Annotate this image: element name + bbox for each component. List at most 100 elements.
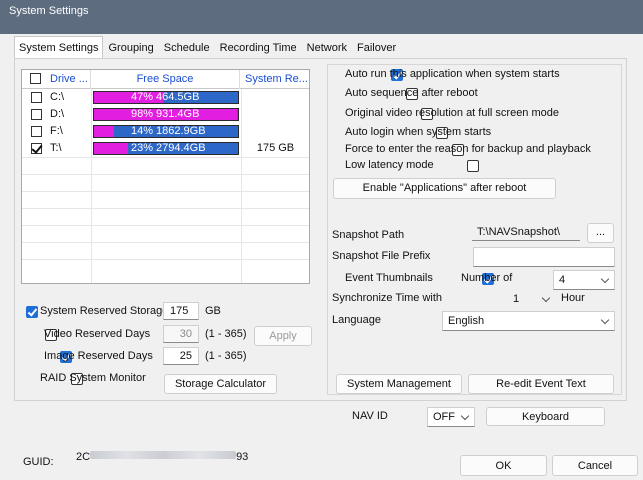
snapshot-path-browse-button[interactable]: ... (587, 223, 614, 243)
snapshot-prefix-input[interactable] (473, 247, 615, 267)
apply-button[interactable]: Apply (254, 326, 312, 346)
system-reserved-storage-input[interactable]: 175 (163, 302, 199, 320)
drive-size-label: 931.4GB (156, 108, 200, 120)
drive-name: D:\ (50, 108, 65, 120)
video-reserved-days-label: Video Reserved Days (44, 328, 151, 340)
drive-name: T:\ (50, 142, 62, 154)
image-reserved-days-label: Image Reserved Days (44, 350, 153, 362)
chevron-down-icon (600, 315, 610, 325)
drive-name: F:\ (50, 125, 63, 137)
tab-failover[interactable]: Failover (352, 38, 401, 58)
drive-table-header: Drive ... Free Space System Re... (22, 70, 309, 89)
tab-schedule[interactable]: Schedule (159, 38, 215, 58)
nav-id-value: OFF (433, 411, 455, 423)
free-space-bar: 23% 2794.4GB (93, 142, 239, 155)
row-divider (22, 242, 309, 243)
ok-button[interactable]: OK (460, 455, 547, 476)
drive-size-label: 2794.4GB (156, 142, 206, 154)
free-space-column-header[interactable]: Free Space (91, 70, 240, 89)
guid-label: GUID: (23, 456, 54, 468)
window-title: System Settings (9, 5, 89, 17)
tab-strip: System Settings Grouping Schedule Record… (14, 36, 401, 58)
tab-system-settings[interactable]: System Settings (14, 36, 104, 58)
original-resolution-label: Original video resolution at full screen… (345, 107, 560, 119)
nav-id-select[interactable]: OFF (427, 407, 475, 427)
drive-row[interactable]: F:\ 14% 1862.9GB (22, 123, 309, 140)
row-divider (22, 208, 309, 209)
row-divider (22, 157, 309, 158)
guid-value: 2C 93 (76, 451, 248, 463)
thumbnail-number-value: 4 (559, 274, 566, 286)
guid-redacted-mask (90, 451, 237, 459)
drive-checkbox[interactable] (31, 109, 42, 120)
used-percent-label: 23% (130, 142, 153, 154)
auto-sequence-label: Auto sequence after reboot (345, 87, 478, 99)
select-all-drives-checkbox[interactable] (30, 73, 41, 84)
used-percent-label: 14% (130, 125, 153, 137)
language-select[interactable]: English (442, 311, 615, 331)
synchronize-time-select[interactable]: 1 (507, 289, 556, 309)
system-management-button[interactable]: System Management (336, 374, 462, 394)
language-value: English (448, 315, 485, 327)
free-space-bar: 14% 1862.9GB (93, 125, 239, 138)
image-reserved-days-range: (1 - 365) (205, 350, 247, 362)
free-space-bar: 47% 464.5GB (93, 91, 239, 104)
drive-table: Drive ... Free Space System Re... C:\ 47%… (21, 69, 310, 284)
image-reserved-days-input[interactable]: 25 (163, 347, 199, 365)
auto-login-label: Auto login when system starts (345, 126, 492, 138)
tab-grouping[interactable]: Grouping (103, 38, 158, 58)
used-percent-label: 47% (130, 91, 153, 103)
event-thumbnails-label: Event Thumbnails (345, 272, 433, 284)
drive-checkbox[interactable] (31, 92, 42, 103)
drive-row[interactable]: D:\ 98% 931.4GB (22, 106, 309, 123)
cancel-button[interactable]: Cancel (552, 455, 638, 476)
synchronize-time-unit: Hour (561, 292, 585, 304)
system-reserved-column-header[interactable]: System Re... (240, 70, 309, 89)
snapshot-path-underline (472, 240, 580, 241)
system-reserved-storage-unit: GB (205, 305, 221, 317)
title-bar: System Settings (0, 0, 643, 34)
snapshot-prefix-label: Snapshot File Prefix (332, 250, 431, 262)
nav-id-label: NAV ID (352, 410, 388, 422)
chevron-down-icon (460, 411, 470, 421)
row-divider (22, 225, 309, 226)
synchronize-time-label: Synchronize Time with (332, 292, 443, 304)
keyboard-button[interactable]: Keyboard (486, 407, 605, 426)
row-divider (22, 174, 309, 175)
row-divider (22, 191, 309, 192)
drive-checkbox[interactable] (31, 143, 42, 154)
row-divider (22, 259, 309, 260)
tab-network[interactable]: Network (302, 38, 352, 58)
synchronize-time-value: 1 (513, 293, 520, 305)
raid-system-monitor-label: RAID System Monitor (40, 372, 146, 384)
auto-run-label: Auto run this application when system st… (345, 68, 560, 80)
low-latency-checkbox[interactable] (466, 160, 479, 172)
drive-reserved-value: 175 GB (256, 142, 295, 154)
drive-size-label: 1862.9GB (156, 125, 206, 137)
low-latency-label: Low latency mode (345, 159, 434, 171)
guid-prefix: 2C (76, 451, 91, 463)
enable-applications-button[interactable]: Enable "Applications" after reboot (333, 178, 556, 199)
drive-size-label: 464.5GB (156, 91, 200, 103)
guid-suffix: 93 (236, 451, 249, 463)
storage-calculator-button[interactable]: Storage Calculator (164, 374, 277, 394)
reedit-event-text-button[interactable]: Re-edit Event Text (468, 374, 614, 394)
system-reserved-storage-label: System Reserved Storage (40, 305, 169, 317)
system-reserved-storage-checkbox[interactable] (26, 306, 38, 318)
chevron-down-icon (600, 274, 610, 284)
video-reserved-days-input[interactable]: 30 (163, 325, 199, 343)
drive-row[interactable]: T:\ 23% 2794.4GB 175 GB (22, 140, 309, 157)
drive-name: C:\ (50, 91, 65, 103)
thumbnail-number-select[interactable]: 4 (553, 270, 615, 290)
language-label: Language (332, 314, 381, 326)
drive-checkbox[interactable] (31, 126, 42, 137)
drive-column-header[interactable]: Drive ... (22, 70, 91, 89)
tab-recording-time[interactable]: Recording Time (215, 38, 302, 58)
drive-row[interactable]: C:\ 47% 464.5GB (22, 89, 309, 106)
thumbnail-number-label: Number of (461, 272, 513, 284)
video-reserved-days-range: (1 - 365) (205, 328, 247, 340)
snapshot-path-value: T:\NAVSnapshot\ (477, 226, 560, 238)
chevron-down-icon (541, 293, 551, 303)
free-space-bar: 98% 931.4GB (93, 108, 239, 121)
used-percent-label: 98% (130, 108, 153, 120)
